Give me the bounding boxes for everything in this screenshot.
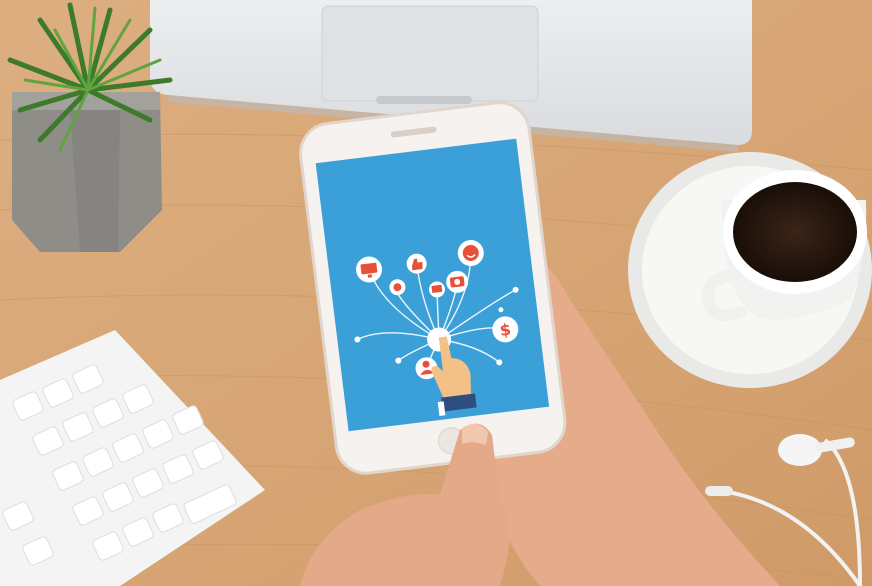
coffee: [733, 182, 857, 282]
svg-text:$: $: [499, 320, 512, 340]
laptop-trackpad: [321, 5, 539, 102]
laptop-notch: [376, 96, 472, 104]
coffee-cup: [628, 152, 872, 388]
phone: $: [299, 101, 567, 475]
photo-scene: $: [0, 0, 872, 586]
scene-svg: $: [0, 0, 872, 586]
